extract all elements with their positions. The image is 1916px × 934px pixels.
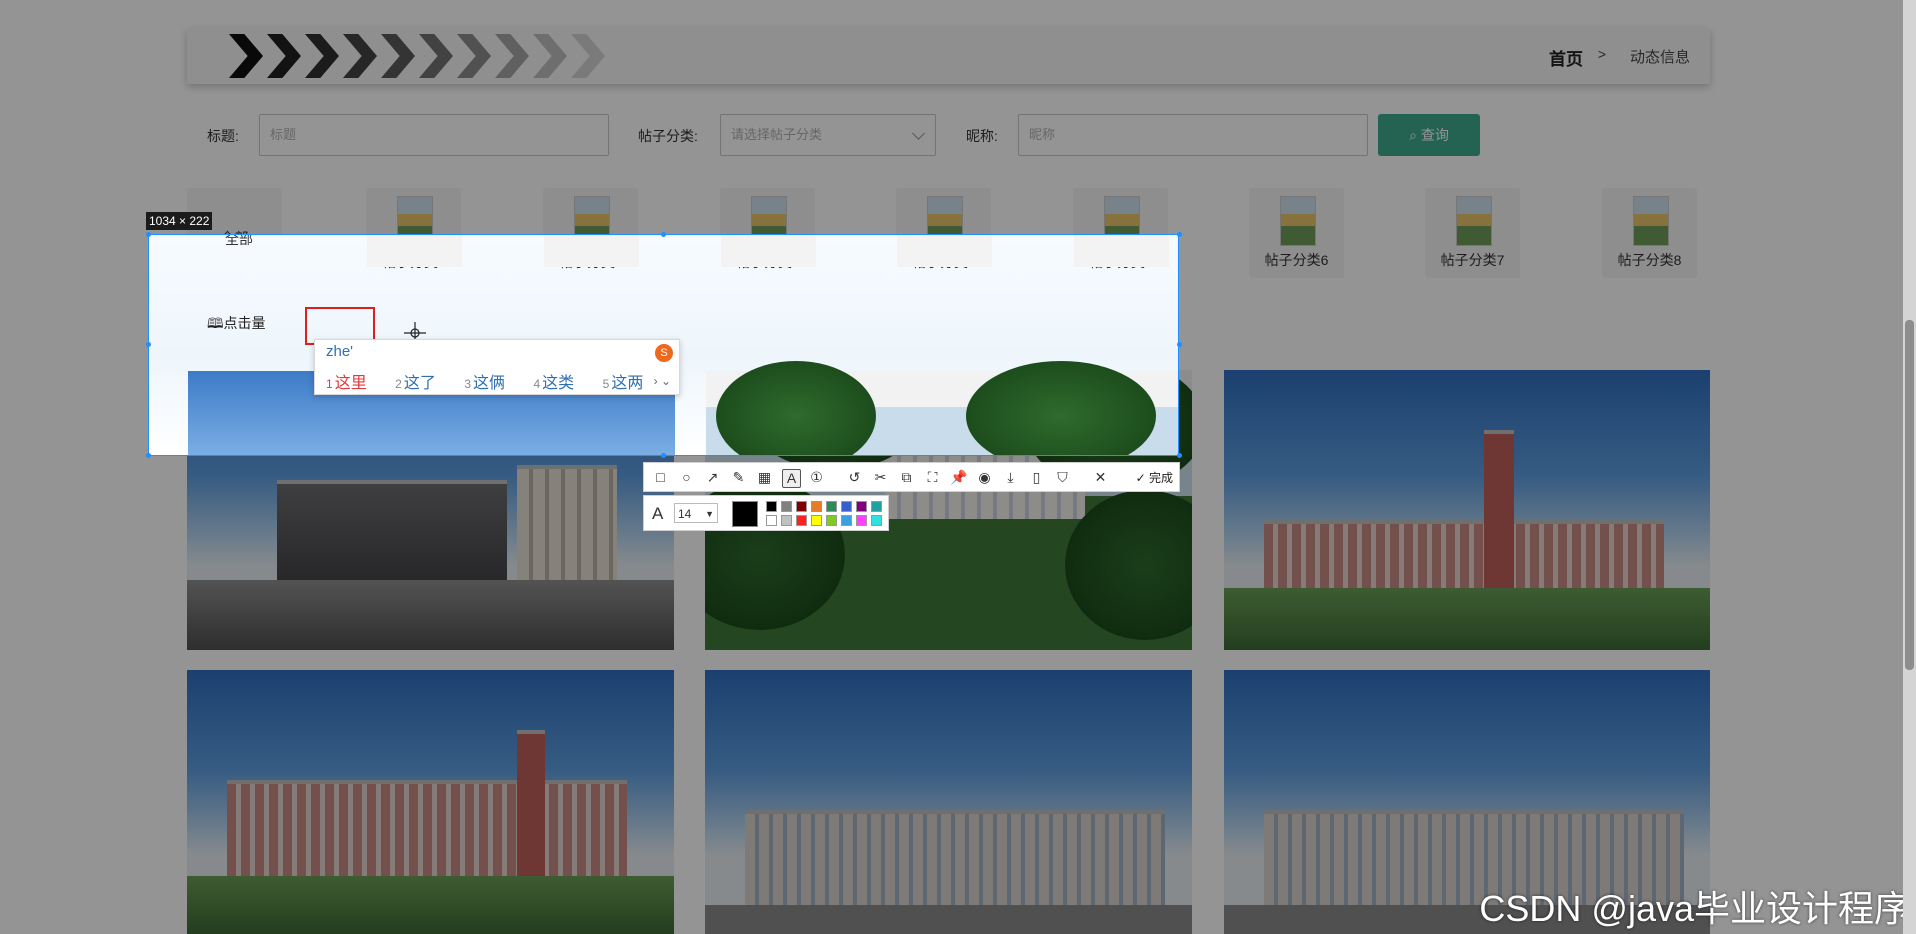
ime-composition: zhe' [326,343,354,360]
current-color-swatch[interactable] [732,501,758,527]
bookmark-icon[interactable]: ⛉ [1054,469,1071,486]
sort-click-count-label: 点击量 [223,315,266,331]
screenshot-toolbar: □ ○ ↗ ✎ ▦ A ① ↺ ✂ ⧉ ⛶ 📌 ◉ ⤓ ▯ ⛉ ✕ ✓ 完成 [643,462,1180,492]
color-swatch[interactable] [871,501,882,512]
chevron-down-icon: ▼ [705,509,714,519]
color-swatch[interactable] [826,515,837,526]
resize-handle[interactable] [661,453,666,458]
color-swatch[interactable] [766,501,777,512]
color-swatch[interactable] [856,501,867,512]
selection-size-tag: 1034 × 222 [146,212,213,230]
color-swatch[interactable] [811,515,822,526]
resize-handle[interactable] [146,342,151,347]
undo-icon[interactable]: ↺ [846,469,863,486]
ime-candidate[interactable]: 4 这类 [533,375,586,392]
color-swatch[interactable] [781,501,792,512]
check-icon: ✓ [1135,471,1149,485]
color-swatch[interactable] [841,515,852,526]
mosaic-icon[interactable]: ▦ [756,469,773,486]
text-options-bar: A 14 ▼ [643,495,889,531]
color-swatch[interactable] [766,515,777,526]
pen-icon[interactable]: ✎ [730,469,747,486]
ime-candidate-window[interactable]: zhe' S 1 这里 2 这了 3 这俩 4 这类 5 这两 › ⌄ [314,339,680,395]
resize-handle[interactable] [146,453,151,458]
font-icon: A [652,504,664,523]
ime-candidates: 1 这里 2 这了 3 这俩 4 这类 5 这两 [326,369,667,393]
color-swatch[interactable] [796,515,807,526]
ocr-icon[interactable]: ⧉ [898,469,915,486]
download-icon[interactable]: ⤓ [1002,469,1019,486]
ime-candidate[interactable]: 2 这了 [395,375,448,392]
text-icon[interactable]: A [782,469,801,488]
scrollbar-thumb[interactable] [1905,320,1914,670]
phone-icon[interactable]: ▯ [1028,469,1045,486]
book-icon: 🕮 [207,315,224,331]
resize-handle[interactable] [1177,342,1182,347]
done-button-label: 完成 [1148,471,1173,485]
color-swatch[interactable] [811,501,822,512]
magic-icon[interactable]: ✂ [872,469,889,486]
font-size-select[interactable]: 14 ▼ [674,503,718,523]
resize-handle[interactable] [1177,453,1182,458]
ime-logo-icon: S [655,344,673,362]
rectangle-icon[interactable]: □ [652,469,669,486]
ime-next-page-icon[interactable]: › ⌄ [654,374,671,388]
ellipse-icon[interactable]: ○ [678,469,695,486]
color-swatch[interactable] [856,515,867,526]
color-swatch[interactable] [796,501,807,512]
number-icon[interactable]: ① [808,469,825,486]
color-swatch[interactable] [781,515,792,526]
color-swatch[interactable] [826,501,837,512]
pin-icon[interactable]: 📌 [950,469,967,486]
sort-click-count[interactable]: 🕮点击量 [207,313,266,337]
arrow-icon[interactable]: ↗ [704,469,721,486]
resize-handle[interactable] [661,232,666,237]
close-icon[interactable]: ✕ [1092,469,1109,486]
font-size-value: 14 [678,507,692,521]
ime-candidate[interactable]: 3 这俩 [464,375,517,392]
done-button[interactable]: ✓ 完成 [1136,469,1173,486]
color-swatch[interactable] [871,515,882,526]
category-label-all-clip: 全部 [225,234,253,247]
ime-candidate[interactable]: 5 这两 [603,375,656,392]
record-icon[interactable]: ◉ [976,469,993,486]
watermark: CSDN @java毕业设计程序 [1479,888,1910,929]
resize-handle[interactable] [1177,232,1182,237]
color-swatch[interactable] [841,501,852,512]
scissors-icon[interactable]: ⛶ [924,469,941,486]
ime-candidate[interactable]: 1 这里 [326,375,379,392]
resize-handle[interactable] [146,232,151,237]
